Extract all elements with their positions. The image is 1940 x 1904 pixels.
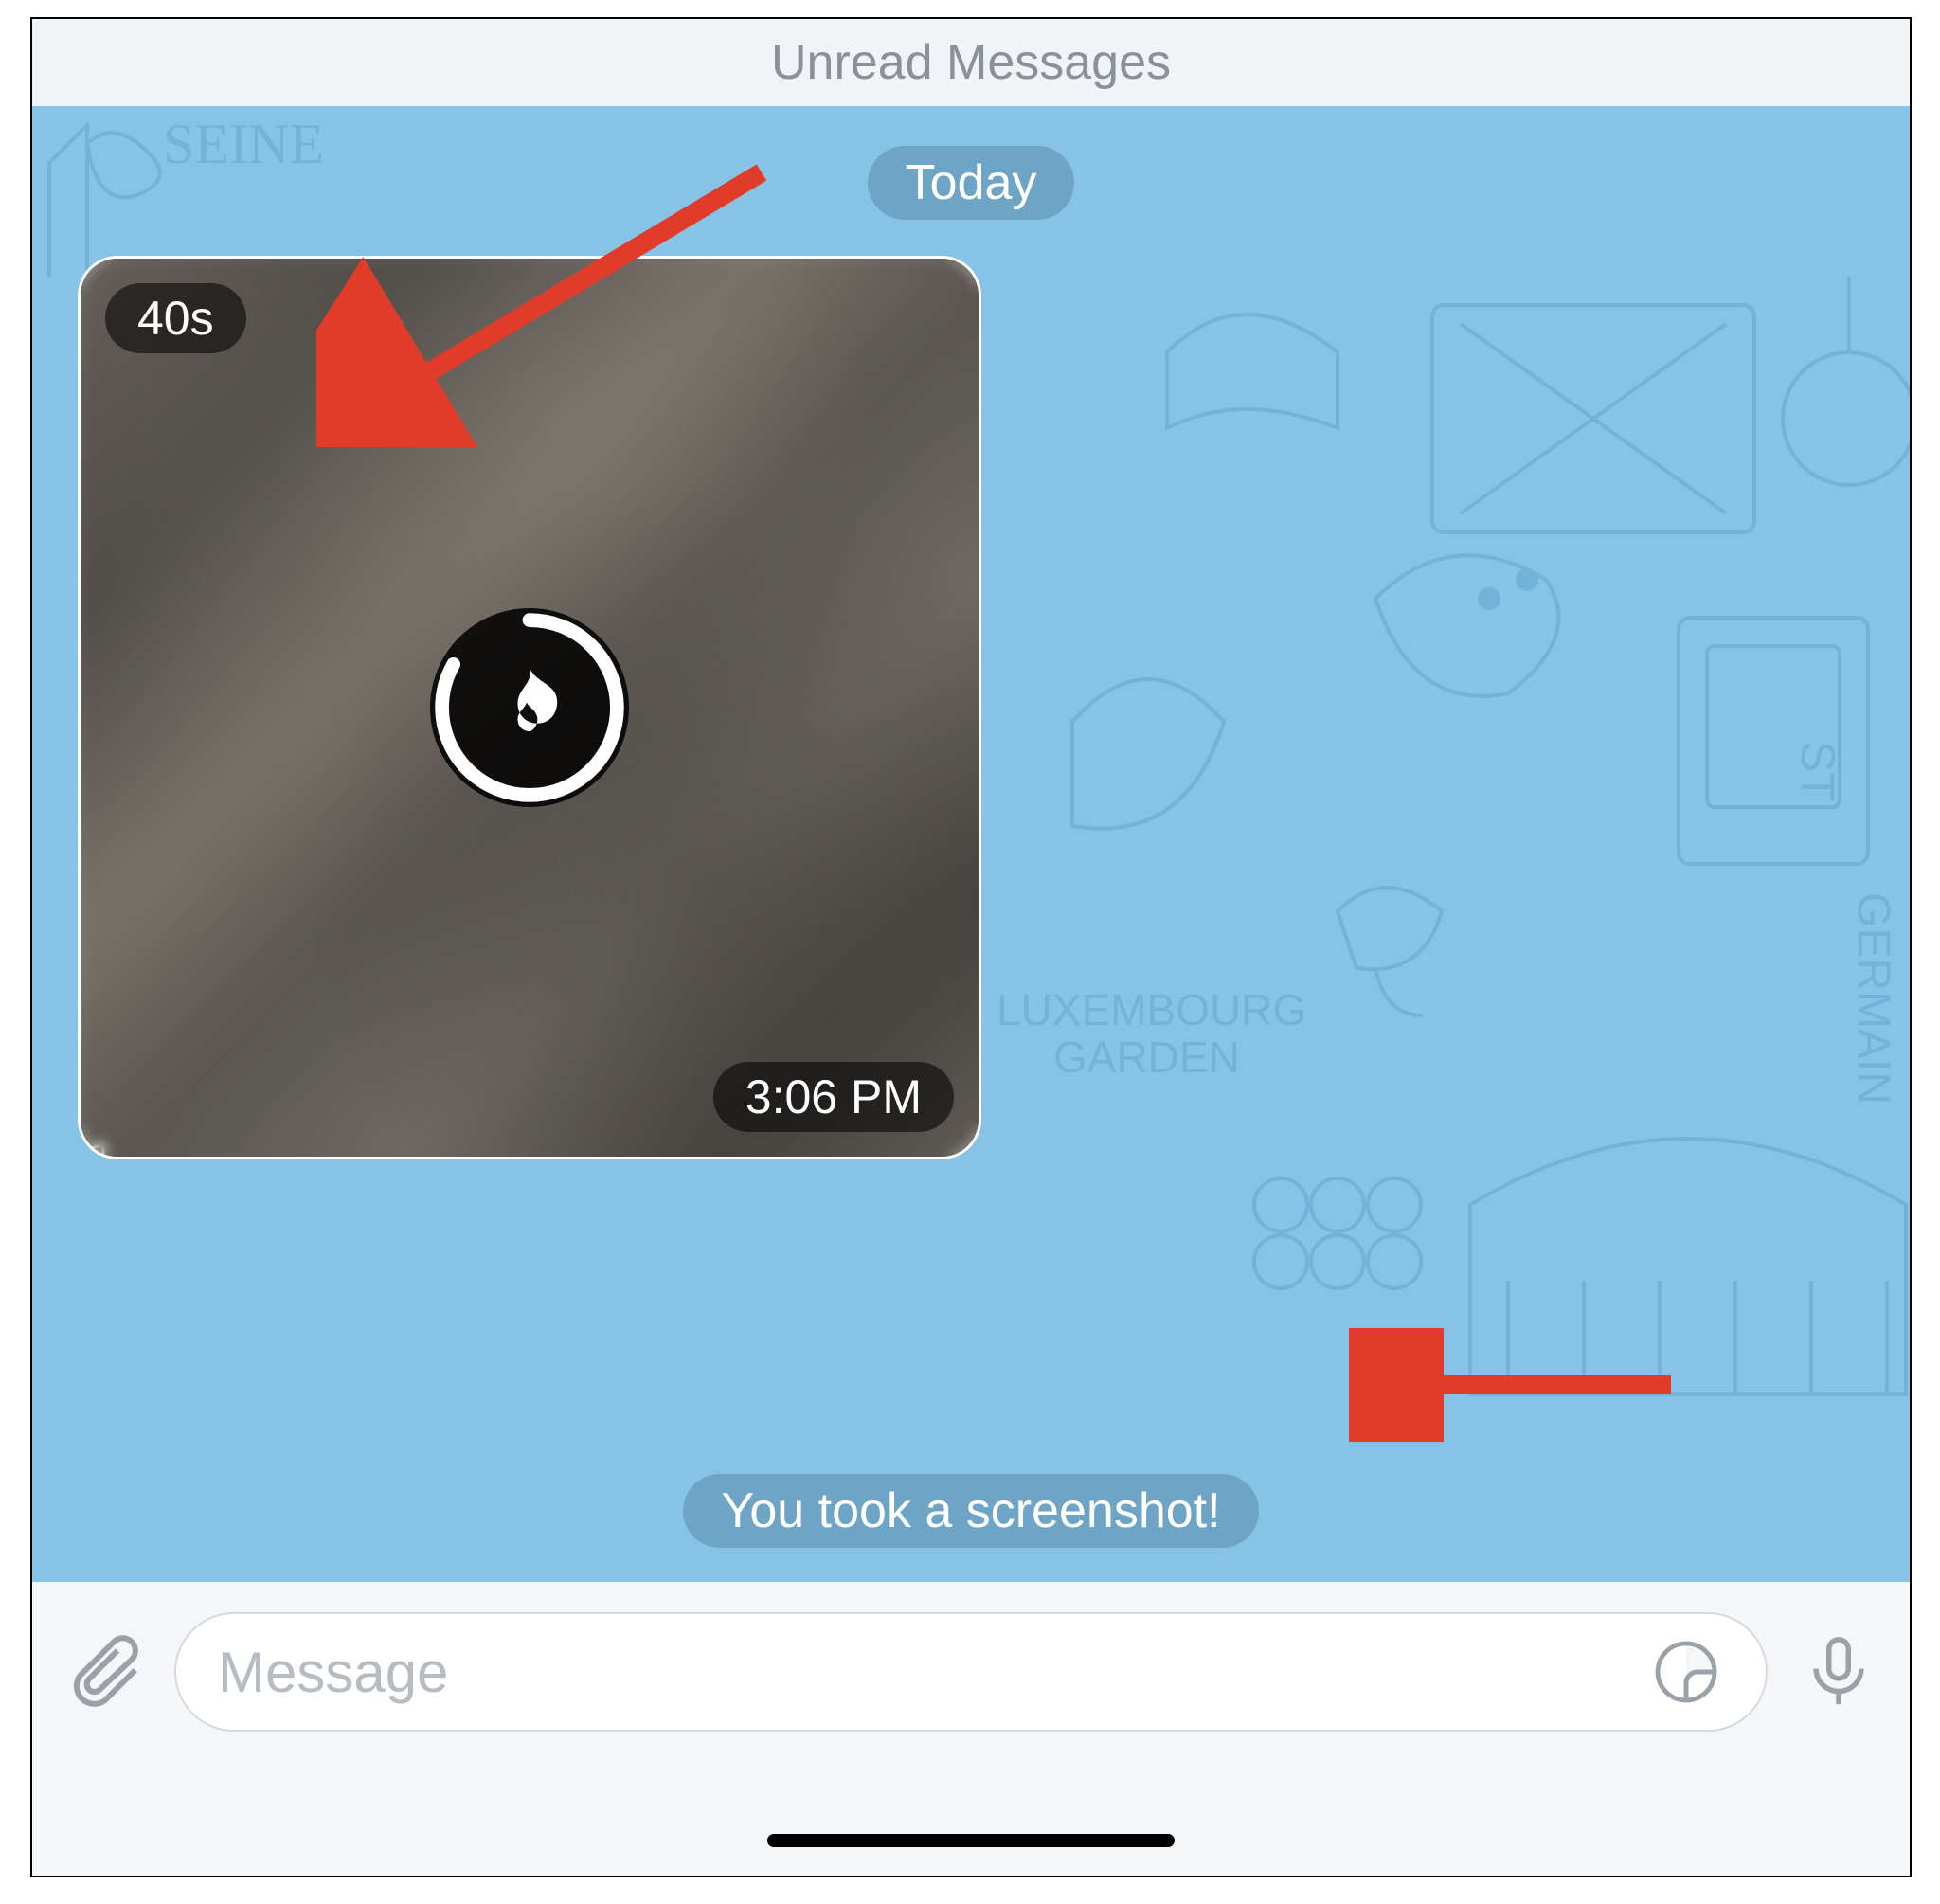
date-separator: Today	[32, 146, 1910, 220]
annotation-arrow-bottom	[1349, 1328, 1690, 1442]
voice-message-button[interactable]	[1768, 1633, 1910, 1711]
sticker-button[interactable]	[1648, 1634, 1724, 1710]
svg-text:GARDEN: GARDEN	[1053, 1033, 1240, 1082]
microphone-icon	[1800, 1633, 1877, 1711]
bubble-tail	[78, 1119, 103, 1159]
system-message-row: You took a screenshot!	[32, 1474, 1910, 1548]
disappearing-photo-message[interactable]: 40s 3:06 PM	[78, 256, 981, 1159]
date-pill: Today	[868, 146, 1075, 220]
svg-text:LUXEMBOURG: LUXEMBOURG	[997, 985, 1306, 1034]
flame-icon	[430, 608, 629, 807]
paperclip-icon	[61, 1629, 146, 1715]
screenshot-notice: You took a screenshot!	[683, 1474, 1258, 1548]
unread-header: Unread Messages	[32, 19, 1910, 108]
svg-text:GERMAIN: GERMAIN	[1848, 892, 1898, 1105]
chat-area[interactable]: SEINE LUXEMBOURG GARDEN ST GERMAIN	[32, 106, 1910, 1582]
self-destruct-timer-badge: 40s	[105, 283, 246, 353]
sticker-icon	[1652, 1638, 1720, 1706]
input-bar: Message	[32, 1582, 1910, 1876]
home-indicator[interactable]	[767, 1834, 1175, 1847]
app-frame: Unread Messages SEINE LUXEMBOURG GARDEN	[30, 17, 1912, 1877]
unread-header-title: Unread Messages	[771, 34, 1171, 91]
attach-button[interactable]	[32, 1629, 174, 1715]
message-input[interactable]: Message	[174, 1612, 1768, 1732]
message-placeholder: Message	[218, 1640, 1648, 1705]
svg-text:ST: ST	[1791, 741, 1844, 801]
message-timestamp: 3:06 PM	[713, 1062, 954, 1132]
